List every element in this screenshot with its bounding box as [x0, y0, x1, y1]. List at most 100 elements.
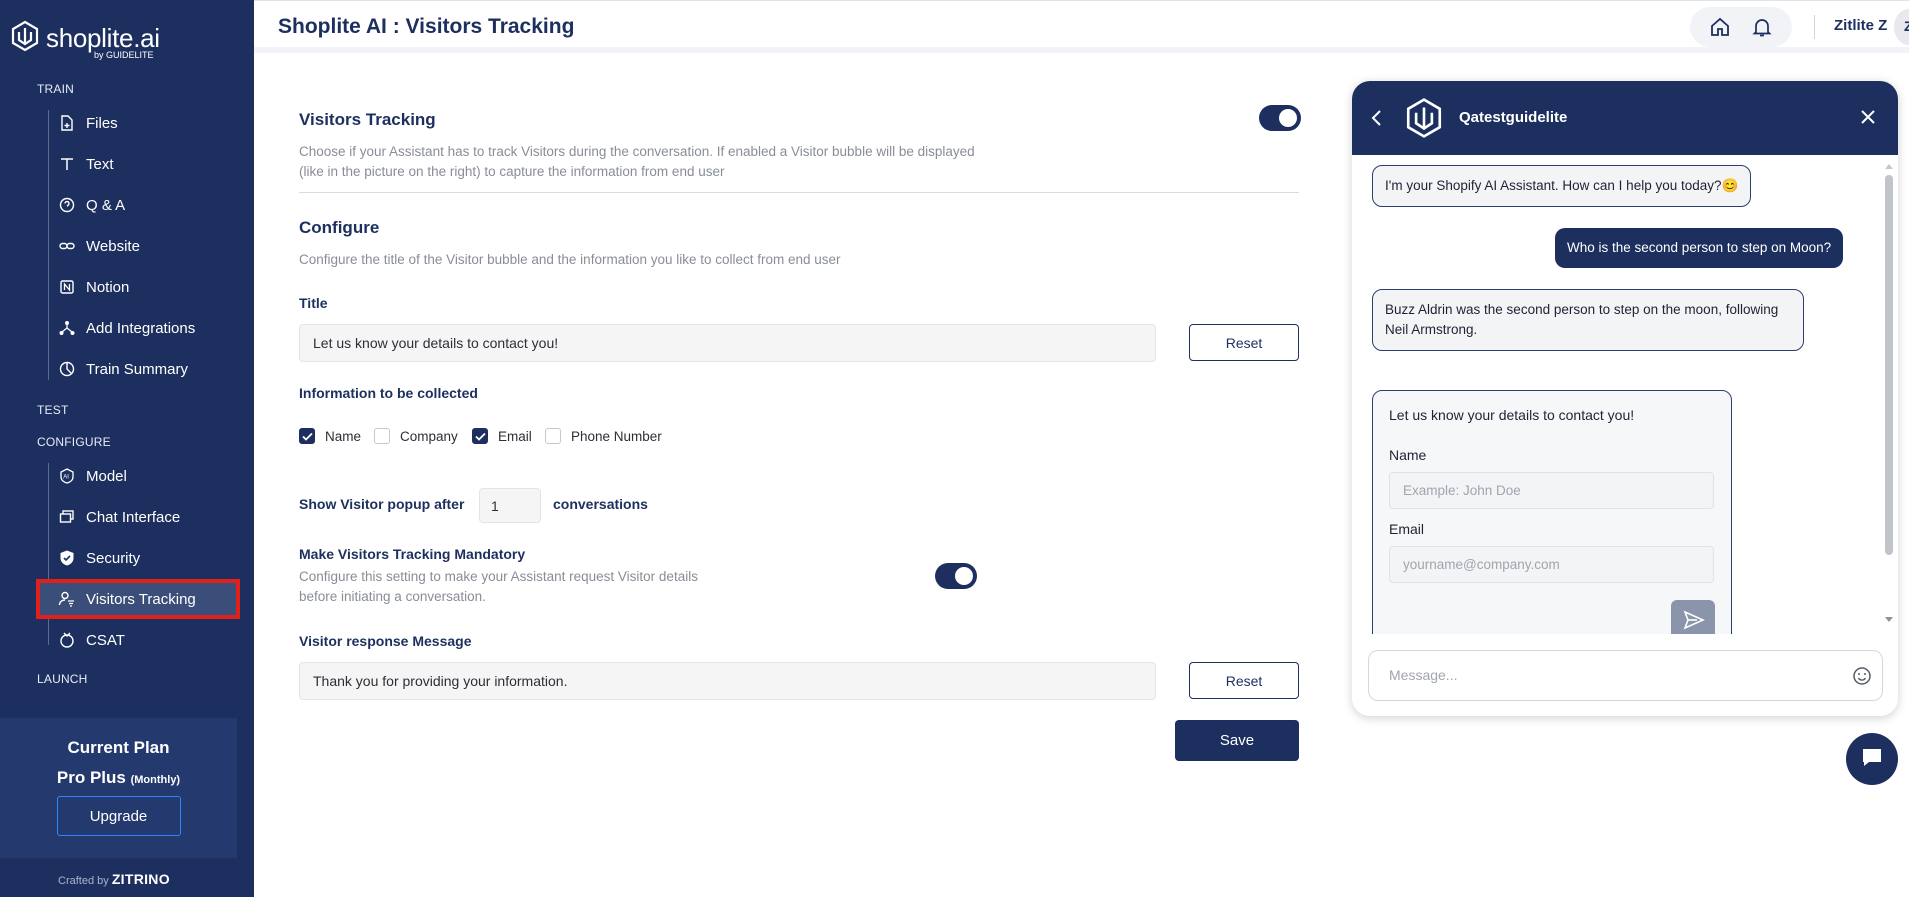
- crafted-brand[interactable]: ZITRINO: [112, 871, 170, 887]
- bot-message: Buzz Aldrin was the second person to ste…: [1372, 289, 1804, 351]
- chevron-left-icon[interactable]: [1370, 109, 1384, 132]
- csat-icon: [58, 631, 76, 649]
- response-message-input[interactable]: [299, 662, 1156, 700]
- save-button[interactable]: Save: [1175, 720, 1299, 761]
- chat-preview-widget: Qatestguidelite I'm your Shopify AI Assi…: [1352, 81, 1898, 716]
- sidebar-item-chat-interface[interactable]: Chat Interface: [36, 497, 240, 537]
- integrations-icon: [58, 319, 76, 337]
- checkbox-email[interactable]: Email: [472, 428, 532, 444]
- logo-subtext: by GUIDELITE: [94, 50, 154, 60]
- sidebar-item-label: Files: [86, 114, 118, 132]
- bot-name: Qatestguidelite: [1459, 109, 1568, 126]
- title-reset-button[interactable]: Reset: [1189, 324, 1299, 361]
- chat-header: Qatestguidelite: [1352, 81, 1898, 155]
- sidebar-item-label: Model: [86, 467, 127, 485]
- sidebar-item-text[interactable]: Text: [36, 144, 240, 184]
- ai-model-icon: AI: [58, 467, 76, 485]
- plan-title: Current Plan: [67, 738, 170, 757]
- bot-logo-icon: [1404, 97, 1444, 144]
- notion-icon: [58, 278, 76, 296]
- checkbox-label: Phone Number: [571, 428, 662, 444]
- popup-count-input[interactable]: [479, 488, 541, 523]
- title-label: Title: [299, 295, 328, 311]
- plan-cycle: (Monthly): [130, 774, 181, 786]
- visitor-email-input[interactable]: yourname@company.com: [1389, 546, 1714, 583]
- sidebar-item-label: Security: [86, 549, 141, 567]
- response-reset-button[interactable]: Reset: [1189, 662, 1299, 699]
- visitor-email-label: Email: [1389, 521, 1425, 537]
- sidebar-item-security[interactable]: Security: [36, 538, 240, 578]
- visitor-name-label: Name: [1389, 447, 1427, 463]
- divider: [299, 192, 1299, 193]
- configure-description: Configure the title of the Visitor bubbl…: [299, 252, 841, 267]
- checkbox-name[interactable]: Name: [299, 428, 361, 444]
- sidebar-item-label: Add Integrations: [86, 319, 196, 337]
- summary-icon: [58, 360, 76, 378]
- send-icon: [1683, 610, 1705, 635]
- chat-question-icon: [58, 196, 76, 214]
- header-actions: [1690, 7, 1792, 47]
- section-launch[interactable]: LAUNCH: [37, 672, 88, 686]
- page-title: Shoplite AI : Visitors Tracking: [278, 15, 575, 38]
- mandatory-toggle[interactable]: [935, 563, 977, 589]
- message-input[interactable]: Message...: [1368, 650, 1883, 701]
- checkbox-unchecked-icon[interactable]: [374, 428, 390, 444]
- title-input[interactable]: [299, 324, 1156, 362]
- sidebar-item-notion[interactable]: Notion: [36, 267, 240, 307]
- avatar[interactable]: Z: [1894, 9, 1909, 45]
- bot-message: I'm your Shopify AI Assistant. How can I…: [1372, 165, 1752, 207]
- sidebar-item-label: Text: [86, 155, 114, 173]
- header-divider: [1814, 15, 1815, 39]
- response-message-label: Visitor response Message: [299, 633, 472, 649]
- plan-name: Pro Plus: [56, 768, 126, 787]
- visitors-tracking-description: Choose if your Assistant has to track Vi…: [299, 144, 975, 179]
- bell-icon[interactable]: [1750, 15, 1774, 39]
- chat-scrollbar[interactable]: [1882, 159, 1896, 631]
- checkbox-company[interactable]: Company: [374, 428, 458, 444]
- visitors-tracking-toggle[interactable]: [1259, 105, 1301, 131]
- section-train: TRAIN: [37, 82, 74, 96]
- user-name[interactable]: Zitlite Z: [1834, 17, 1887, 34]
- upgrade-button[interactable]: Upgrade: [56, 796, 181, 836]
- user-tracking-icon: [58, 590, 76, 608]
- crafted-prefix: Crafted by: [58, 875, 109, 887]
- home-icon[interactable]: [1708, 15, 1732, 39]
- sidebar-item-label: Visitors Tracking: [86, 590, 196, 608]
- top-header: Shoplite AI : Visitors Tracking Zitlite …: [254, 0, 1909, 53]
- checkbox-unchecked-icon[interactable]: [545, 428, 561, 444]
- sidebar-item-csat[interactable]: CSAT: [36, 620, 240, 660]
- user-message: Who is the second person to step on Moon…: [1555, 228, 1844, 268]
- sidebar-item-files[interactable]: Files: [36, 103, 240, 143]
- visitor-name-input[interactable]: Example: John Doe: [1389, 472, 1714, 509]
- sidebar-item-label: Train Summary: [86, 360, 188, 378]
- emoji-icon[interactable]: [1852, 666, 1872, 691]
- popup-prefix-label: Show Visitor popup after: [299, 496, 465, 512]
- sidebar-item-label: CSAT: [86, 631, 125, 649]
- checkbox-checked-icon[interactable]: [472, 428, 488, 444]
- logo[interactable]: shoplite.ai by GUIDELITE: [10, 20, 160, 60]
- chat-bubble-icon: [1860, 745, 1884, 774]
- plan-name-line: Pro Plus (Monthly): [0, 768, 237, 788]
- checkbox-label: Company: [400, 428, 458, 444]
- sidebar-item-add-integrations[interactable]: Add Integrations: [36, 308, 240, 348]
- checkbox-label: Email: [498, 428, 532, 444]
- mandatory-heading: Make Visitors Tracking Mandatory: [299, 546, 526, 562]
- visitor-bubble-title: Let us know your details to contact you!: [1389, 407, 1635, 423]
- sidebar-item-train-summary[interactable]: Train Summary: [36, 349, 240, 389]
- svg-text:AI: AI: [63, 475, 69, 481]
- shoplite-logo-icon: [10, 20, 40, 57]
- sidebar-item-label: Website: [86, 237, 140, 255]
- sidebar-item-visitors-tracking[interactable]: Visitors Tracking: [36, 579, 240, 619]
- section-test[interactable]: TEST: [37, 403, 68, 417]
- sidebar-item-model[interactable]: AI Model: [36, 456, 240, 496]
- checkbox-phone-number[interactable]: Phone Number: [545, 428, 662, 444]
- sidebar-item-website[interactable]: Website: [36, 226, 240, 266]
- checkbox-checked-icon[interactable]: [299, 428, 315, 444]
- close-icon[interactable]: [1860, 109, 1876, 130]
- crafted-by: Crafted by ZITRINO: [58, 871, 170, 887]
- shield-icon: [58, 549, 76, 567]
- file-plus-icon: [58, 114, 76, 132]
- checkbox-label: Name: [325, 428, 362, 444]
- sidebar-item-qa[interactable]: Q & A: [36, 185, 240, 225]
- chat-launcher-button[interactable]: [1846, 733, 1898, 785]
